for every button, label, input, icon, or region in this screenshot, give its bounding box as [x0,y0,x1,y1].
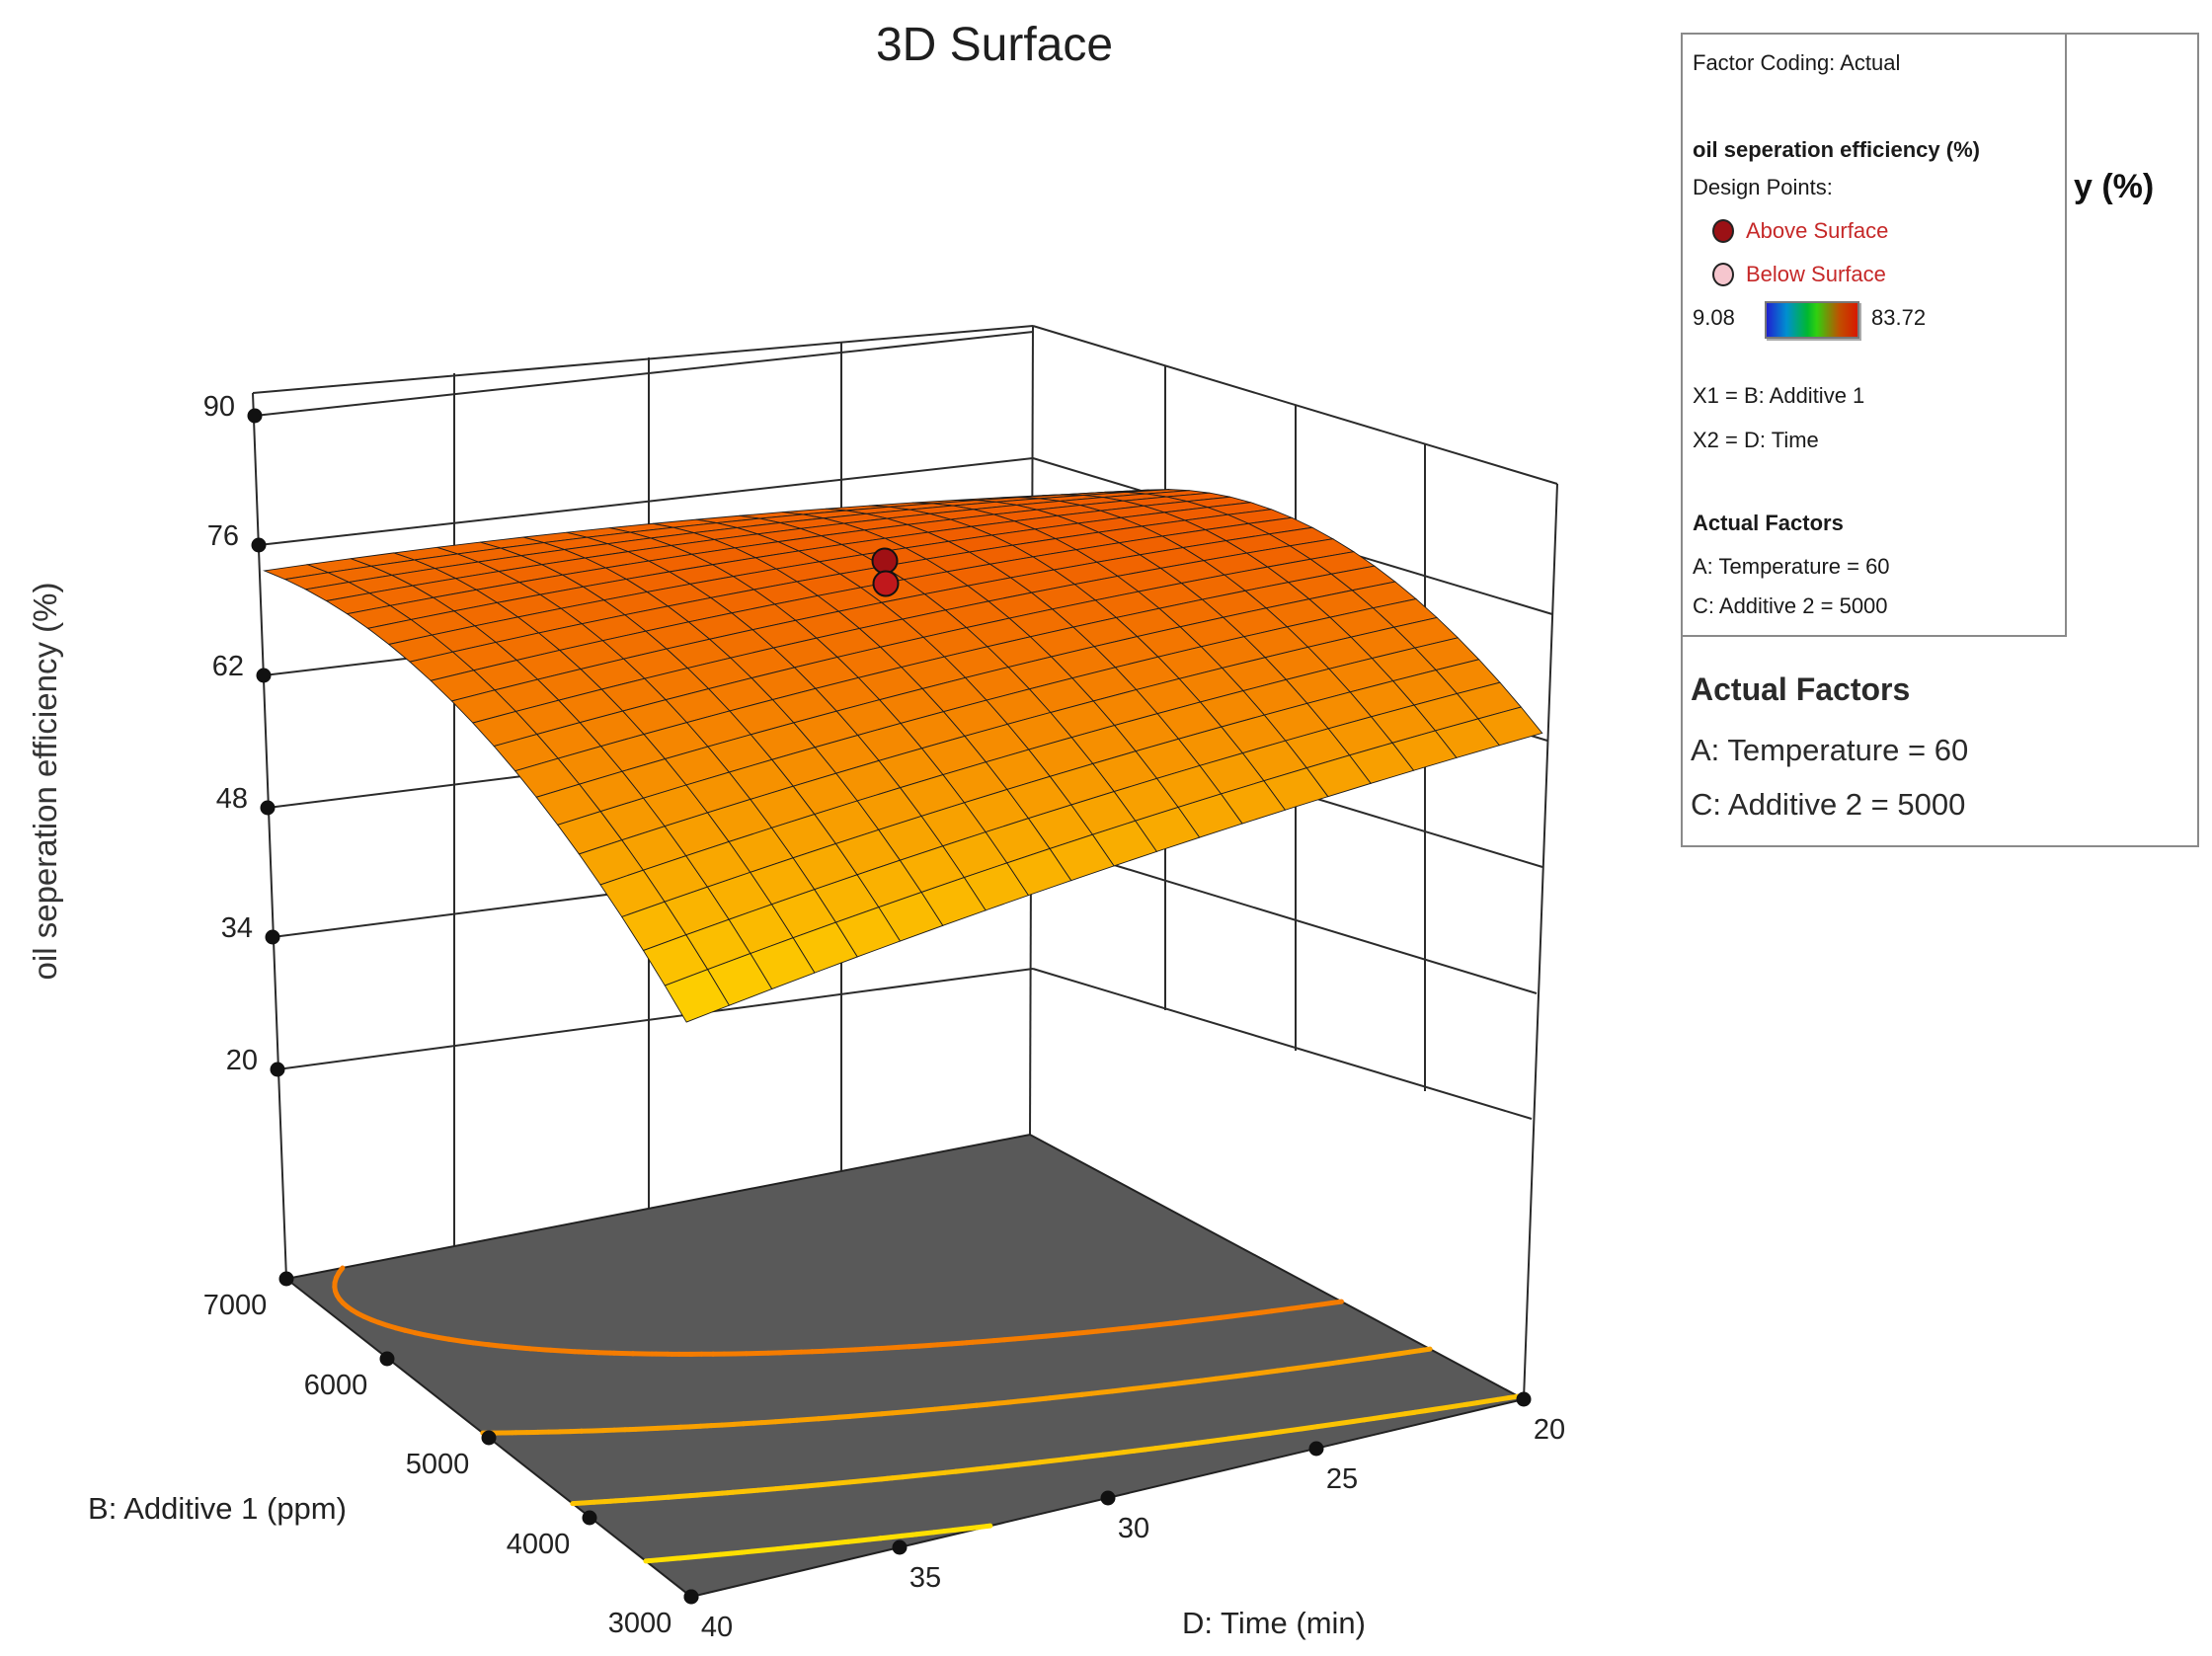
wall-grid-line [255,332,1033,416]
z-tick-label: 48 [216,783,248,815]
scale-min-value: 9.08 [1693,305,1735,331]
z-tick-label: 90 [203,391,235,423]
wall-grid-line [253,393,286,1279]
d-tick-dot [1517,1392,1532,1407]
actual-factors-heading: Actual Factors [1693,511,1844,536]
below-surface-icon [1712,263,1734,286]
wall-grid-line [1033,969,1532,1119]
wall-grid-line [253,326,1033,393]
d-tick-dot [684,1590,699,1605]
factor-coding-label: Factor Coding: Actual [1693,50,1900,76]
response-label: oil seperation efficiency (%) [1693,137,1980,163]
d-tick-label: 25 [1326,1463,1358,1495]
color-scale-gradient [1765,301,1859,339]
d-tick-label: 30 [1118,1513,1149,1544]
factor-a-value: A: Temperature = 60 [1693,554,1890,580]
d-tick-label: 40 [701,1612,733,1643]
above-surface-label: Above Surface [1746,218,1888,244]
contour-floor [286,1135,1524,1597]
d-tick-dot [1309,1442,1324,1457]
z-tick-dot [257,669,272,683]
b-axis-label: B: Additive 1 (ppm) [40,1491,395,1527]
d-tick-dot [1101,1491,1116,1506]
x2-assignment-label: X2 = D: Time [1693,428,1819,453]
z-tick-dot [261,801,276,816]
b-tick-dot [380,1352,395,1367]
z-axis-label: oil seperation efficiency (%) [27,485,64,1077]
above-surface-icon [1712,219,1734,243]
wall-grid-line [277,969,1033,1069]
b-tick-label: 4000 [507,1529,571,1560]
factor-c-value: C: Additive 2 = 5000 [1693,593,1888,619]
below-surface-label: Below Surface [1746,262,1886,287]
design-points-label: Design Points: [1693,175,1833,200]
b-tick-label: 5000 [406,1449,470,1480]
z-tick-dot [252,538,267,553]
z-tick-label: 34 [221,912,253,944]
clipped-response-label: y (%) [2074,168,2154,206]
d-tick-label: 20 [1534,1414,1565,1446]
z-tick-label: 76 [207,520,239,552]
design-point-above [874,572,899,596]
actual-factors-heading-large: Actual Factors [1691,671,1910,708]
z-tick-dot [266,930,280,945]
floor-contour-line [1331,1301,1341,1302]
d-axis-label: D: Time (min) [1096,1606,1452,1641]
b-tick-label: 3000 [608,1608,672,1639]
factor-a-large: A: Temperature = 60 [1691,733,1968,768]
scale-max-value: 83.72 [1871,305,1926,331]
b-tick-label: 7000 [203,1290,268,1321]
z-tick-label: 20 [226,1045,258,1076]
screenshot-root: 90 76 62 48 34 20 7000 6000 5000 4000 3000 40 35 30 25… [0,0,2212,1656]
d-tick-label: 35 [909,1562,941,1594]
d-tick-dot [893,1540,908,1555]
b-tick-dot [482,1431,497,1446]
wall-grid-line [1524,484,1557,1399]
chart-title: 3D Surface [748,18,1241,72]
z-tick-dot [248,409,263,424]
x1-assignment-label: X1 = B: Additive 1 [1693,383,1864,409]
z-tick-label: 62 [212,651,244,682]
legend-box: Factor Coding: Actual oil seperation eff… [1681,33,2067,637]
z-tick-dot [271,1063,285,1077]
b-tick-dot [279,1272,294,1287]
b-tick-label: 6000 [304,1370,368,1401]
factor-c-large: C: Additive 2 = 5000 [1691,787,1965,823]
design-point-above [873,549,898,574]
b-tick-dot [583,1511,597,1526]
floor-contour-line [1420,1349,1430,1351]
